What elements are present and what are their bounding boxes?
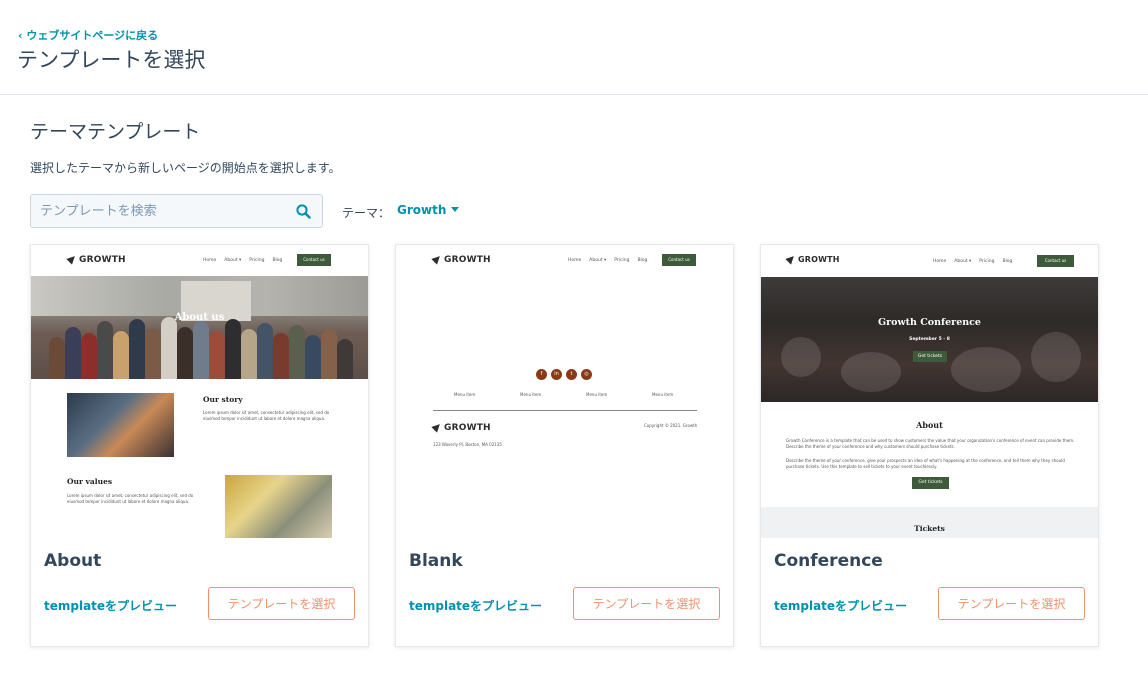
search-box (30, 194, 323, 228)
footer-menu-item: Menu item (652, 392, 674, 397)
about-hero-image: About us (31, 276, 368, 379)
hero-get-tickets-button: Get tickets (913, 351, 947, 362)
site-nav-item: About ▾ (589, 258, 607, 263)
theme-filter-label: テーマ： (342, 206, 391, 220)
site-contact-button: Contact us (297, 254, 331, 266)
search-input[interactable] (31, 195, 295, 227)
story-image (67, 393, 174, 457)
section-title: テーマテンプレート (30, 121, 201, 143)
site-nav-item: About ▾ (224, 258, 242, 263)
conference-date: September 5 - 8 (909, 337, 950, 342)
preview-template-link[interactable]: templateをプレビュー (44, 597, 177, 614)
conference-about-text: Growth Conference is a template that can… (786, 438, 1075, 449)
template-card-conference[interactable]: GROWTH Home About ▾ Pricing Blog Contact us… (760, 244, 1099, 647)
linkedin-icon: in (551, 369, 562, 380)
conference-about-title: About (916, 420, 943, 430)
site-nav-item: Home (568, 258, 582, 263)
site-nav-item: About ▾ (954, 259, 972, 264)
footer-copyright: Copyright © 2021. Growth (644, 423, 698, 428)
site-contact-button: Contact us (1037, 255, 1074, 267)
site-nav-item: Blog (1002, 259, 1013, 264)
site-nav-item: Home (203, 258, 217, 263)
header-divider (0, 94, 1148, 95)
template-thumbnail[interactable]: GROWTH Home About ▾ Pricing Blog Contact us (31, 245, 368, 538)
story-text: Lorem ipsum dolor sit amet, consectetur … (203, 410, 330, 421)
footer-menu-item: Menu item (520, 392, 542, 397)
instagram-icon: ◎ (581, 369, 592, 380)
site-nav-item: Pricing (614, 258, 630, 263)
site-logo: GROWTH (785, 253, 840, 265)
select-template-button[interactable]: テンプレートを選択 (938, 587, 1085, 620)
site-nav-item: Pricing (979, 259, 995, 264)
about-hero-title: About us (174, 312, 225, 323)
footer-logo: GROWTH (431, 421, 491, 433)
site-contact-button: Contact us (662, 254, 696, 266)
template-card-blank[interactable]: GROWTH Home About ▾ Pricing Blog Contact us… (395, 244, 734, 647)
values-image (225, 475, 332, 538)
select-template-button[interactable]: テンプレートを選択 (208, 587, 355, 620)
rocket-icon (431, 253, 443, 265)
page-title: テンプレートを選択 (17, 48, 206, 72)
footer-menu-item: Menu item (454, 392, 476, 397)
theme-dropdown[interactable]: Growth (397, 203, 460, 217)
values-title: Our values (67, 477, 113, 486)
template-thumbnail[interactable]: GROWTH Home About ▾ Pricing Blog Contact us… (761, 245, 1098, 538)
site-logo: GROWTH (66, 253, 126, 265)
search-icon[interactable] (296, 204, 311, 223)
section-description: 選択したテーマから新しいページの開始点を選択します。 (30, 161, 341, 175)
preview-template-link[interactable]: templateをプレビュー (409, 597, 542, 614)
select-template-button[interactable]: テンプレートを選択 (573, 587, 720, 620)
facebook-icon: f (536, 369, 547, 380)
footer-divider (433, 410, 697, 411)
theme-dropdown-value: Growth (397, 203, 447, 217)
tickets-section: Tickets (761, 507, 1098, 538)
footer-menu-item: Menu item (586, 392, 608, 397)
about-get-tickets-button: Get tickets (912, 477, 949, 489)
site-nav: Home About ▾ Pricing Blog (203, 258, 290, 263)
template-name: Conference (774, 551, 883, 571)
conference-about-text: Describe the theme of your conference, g… (786, 458, 1065, 469)
template-thumbnail[interactable]: GROWTH Home About ▾ Pricing Blog Contact us… (396, 245, 733, 538)
site-logo: GROWTH (431, 253, 491, 265)
template-name: About (44, 551, 102, 571)
conference-hero-title: Growth Conference (878, 317, 981, 328)
site-nav-item: Blog (637, 258, 648, 263)
template-card-about[interactable]: GROWTH Home About ▾ Pricing Blog Contact us (30, 244, 369, 647)
values-text: Lorem ipsum dolor sit amet, consectetur … (67, 493, 194, 504)
story-title: Our story (203, 395, 243, 404)
site-nav-item: Pricing (249, 258, 265, 263)
template-name: Blank (409, 551, 463, 571)
footer-address: 123 Waverly Pl, Boston, MA 02135 (433, 442, 502, 447)
back-to-website-pages-link[interactable]: ‹ ウェブサイトページに戻る (18, 27, 158, 43)
site-nav: Home About ▾ Pricing Blog (933, 259, 1020, 264)
tickets-title: Tickets (914, 524, 945, 533)
rocket-icon (66, 253, 78, 265)
site-nav: Home About ▾ Pricing Blog (568, 258, 655, 263)
preview-template-link[interactable]: templateをプレビュー (774, 597, 907, 614)
rocket-icon (785, 253, 797, 265)
site-nav-item: Home (933, 259, 947, 264)
rocket-icon (431, 421, 443, 433)
twitter-icon: t (566, 369, 577, 380)
site-nav-item: Blog (272, 258, 283, 263)
conference-hero-image: Growth Conference September 5 - 8 Get ti… (761, 277, 1098, 402)
caret-down-icon (451, 207, 460, 212)
